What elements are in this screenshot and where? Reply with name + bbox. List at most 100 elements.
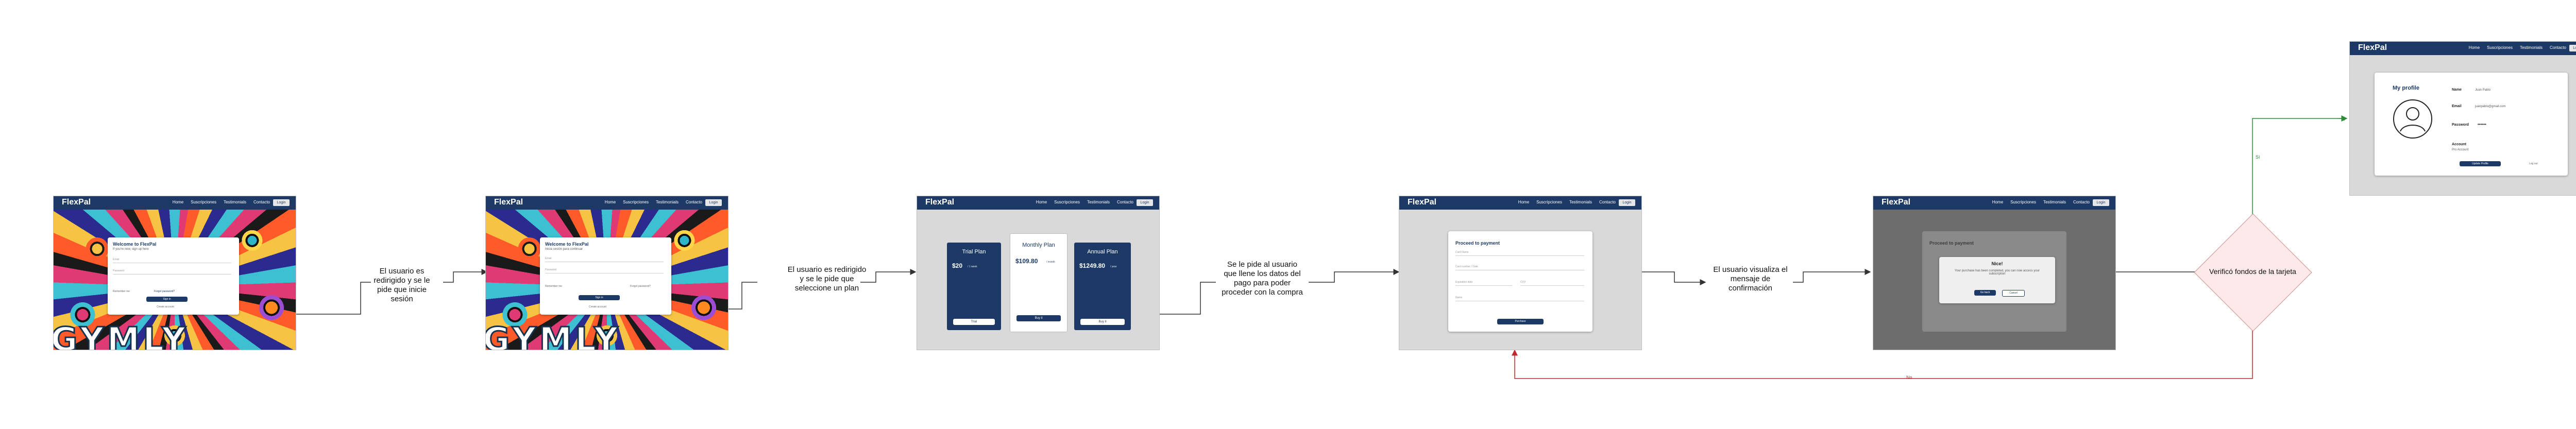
dialog-ok-button[interactable]: Go back	[1974, 290, 1996, 296]
hero-graffiti-text: GYMLY	[485, 320, 621, 350]
plan-trial-price: $20	[952, 262, 963, 269]
nav-link-contacto[interactable]: Contacto	[686, 200, 702, 204]
password-value: ••••••	[2478, 122, 2486, 127]
step-2-label: El usuario es redirigido y se le pide qu…	[787, 265, 867, 293]
payment-title: Proceed to payment	[1929, 241, 1974, 246]
nav-link-testimonials[interactable]: Testimonials	[2043, 200, 2066, 204]
card-name-field[interactable]: Card Name	[1455, 251, 1584, 256]
card-number-field[interactable]: Card number / Date	[1455, 265, 1584, 270]
create-account-link[interactable]: Create account	[157, 305, 174, 308]
dialog-cancel-button[interactable]: Cancel	[2002, 290, 2025, 297]
nav-link-contacto[interactable]: Contacto	[1599, 200, 1616, 204]
nav-link-testimonials[interactable]: Testimonials	[224, 200, 246, 204]
logout-link[interactable]: Log out	[2529, 162, 2538, 165]
sign-in-button[interactable]: Sign in	[579, 295, 620, 300]
nav-link-home[interactable]: Home	[173, 200, 183, 204]
nav-link-suscripciones[interactable]: Suscripciones	[191, 200, 216, 204]
forgot-link[interactable]: Forgot password?	[630, 285, 651, 288]
login-button[interactable]: Login	[1619, 199, 1635, 206]
nav-link-contacto[interactable]: Contacto	[2073, 200, 2090, 204]
login-button[interactable]: Login	[1137, 199, 1153, 206]
plan-annual: Annual Plan $1249.80 / year Buy it	[1074, 243, 1131, 330]
create-account-link[interactable]: Create account	[589, 305, 606, 308]
plan-monthly-button[interactable]: Buy it	[1016, 315, 1061, 321]
nav-link-testimonials[interactable]: Testimonials	[656, 200, 679, 204]
brand-logo: FlexPal	[1408, 198, 1437, 207]
nav-link-suscripciones[interactable]: Suscripciones	[2010, 200, 2036, 204]
no-branch-label: No	[1906, 375, 1912, 380]
email-label: Email	[2452, 105, 2462, 108]
nav-link-home[interactable]: Home	[605, 200, 616, 204]
login-button[interactable]: Login	[705, 199, 722, 206]
nav-link-home[interactable]: Home	[1518, 200, 1529, 204]
name-field[interactable]: Name	[1455, 296, 1584, 301]
payment-title: Proceed to payment	[1455, 241, 1500, 246]
connector-1b	[443, 269, 488, 283]
step-3-label: Se le pide al usuario que llene los dato…	[1222, 260, 1303, 297]
cvv-field[interactable]: CVV	[1520, 281, 1584, 286]
expiration-field[interactable]: Expiration date	[1455, 281, 1512, 286]
nav-link-home[interactable]: Home	[1036, 200, 1047, 204]
password-field[interactable]: Password	[113, 269, 231, 274]
confirmation-dialog: Nice! Your purchase has been completed, …	[1939, 257, 2055, 303]
step-4-label: El usuario visualiza el mensaje de confi…	[1713, 265, 1788, 293]
update-profile-button[interactable]: Update Profile	[2460, 161, 2501, 166]
plan-annual-price: $1249.80	[1079, 262, 1106, 269]
brand-logo: FlexPal	[494, 198, 523, 207]
brand-logo: FlexPal	[1882, 198, 1911, 207]
profile-card: My profile Name Juan Pablo Email juanpab…	[2375, 73, 2568, 176]
nav-link-home[interactable]: Home	[1992, 200, 2003, 204]
purchase-button[interactable]: Purchase	[1497, 319, 1544, 324]
plan-trial-name: Trial Plan	[962, 249, 986, 255]
hero-graffiti-text: GYMLY	[53, 320, 189, 350]
screen-login: FlexPal Home Suscripciones Testimonials …	[53, 196, 296, 350]
email-field[interactable]: Email	[545, 257, 664, 262]
nav-link-testimonials[interactable]: Testimonials	[2520, 45, 2543, 50]
email-value: juanpablo@gmail.com	[2475, 105, 2506, 108]
login-subtitle: Inicia sesión para continuar	[545, 248, 583, 251]
plan-monthly-per: / month	[1046, 261, 1055, 264]
nav-link-testimonials[interactable]: Testimonials	[1087, 200, 1110, 204]
sign-in-button[interactable]: Sign in	[146, 297, 188, 302]
forgot-link[interactable]: Forgot password?	[154, 290, 175, 293]
account-value: Pro Account	[2452, 148, 2469, 151]
yes-arrow	[2252, 118, 2345, 224]
nav-link-suscripciones[interactable]: Suscripciones	[1054, 200, 1080, 204]
payment-card: Proceed to payment Card Name Card number…	[1448, 231, 1592, 332]
name-label: Name	[2452, 88, 2462, 92]
login-card: Welcome to FlexPal If you're new, sign u…	[108, 237, 239, 315]
plan-annual-per: / year	[1110, 265, 1117, 268]
login-button[interactable]: Login	[2569, 45, 2576, 52]
plan-annual-button[interactable]: Buy it	[1080, 319, 1125, 325]
navbar: FlexPal Home Suscripciones Testimonials …	[1873, 196, 2115, 210]
screen-plans: FlexPal Home Suscripciones Testimonials …	[917, 196, 1160, 350]
login-button[interactable]: Login	[2093, 199, 2109, 206]
nav-link-suscripciones[interactable]: Suscripciones	[623, 200, 649, 204]
nav-link-home[interactable]: Home	[2469, 45, 2480, 50]
login-button[interactable]: Login	[273, 199, 290, 206]
password-field[interactable]: Password	[545, 268, 664, 273]
nav-link-suscripciones[interactable]: Suscripciones	[2487, 45, 2513, 50]
remember-checkbox[interactable]: Remember me	[113, 290, 130, 293]
brand-logo: FlexPal	[925, 198, 955, 207]
plan-monthly-price: $109.80	[1015, 258, 1038, 265]
navbar: FlexPal Home Suscripciones Testimonials …	[54, 196, 296, 210]
login-subtitle: If you're new, sign up here	[113, 248, 149, 251]
remember-checkbox[interactable]: Remember me	[545, 285, 562, 288]
nav-link-suscripciones[interactable]: Suscripciones	[1536, 200, 1562, 204]
screen-confirmation: FlexPal Home Suscripciones Testimonials …	[1873, 196, 2116, 350]
screen-profile: FlexPal Home Suscripciones Testimonials …	[2349, 41, 2576, 196]
screen-login-2: FlexPal Home Suscripciones Testimonials …	[485, 196, 728, 350]
nav-link-contacto[interactable]: Contacto	[253, 200, 270, 204]
nav-link-contacto[interactable]: Contacto	[2550, 45, 2566, 50]
nav-link-testimonials[interactable]: Testimonials	[1569, 200, 1592, 204]
nav-link-contacto[interactable]: Contacto	[1117, 200, 1133, 204]
plan-trial-button[interactable]: Trial	[953, 319, 995, 325]
brand-logo: FlexPal	[2358, 43, 2387, 52]
yes-branch-label: Sí	[2256, 155, 2260, 160]
plan-monthly: Monthly Plan $109.80 / month Buy it	[1010, 233, 1067, 332]
plan-monthly-name: Monthly Plan	[1022, 242, 1055, 248]
account-label: Account	[2452, 143, 2466, 146]
email-field[interactable]: Email	[113, 258, 231, 263]
connector-3b	[1309, 269, 1400, 283]
